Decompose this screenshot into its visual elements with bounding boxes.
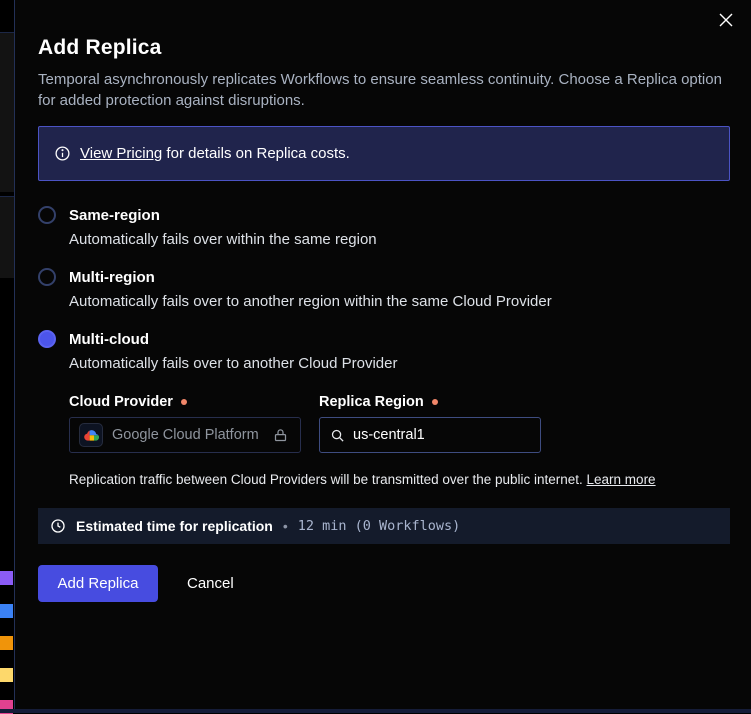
option-description: Automatically fails over within the same… xyxy=(69,231,730,248)
estimate-separator: • xyxy=(283,518,288,534)
option-label: Same-region xyxy=(69,207,160,224)
google-cloud-icon xyxy=(79,423,103,447)
option-label: Multi-cloud xyxy=(69,331,149,348)
learn-more-link[interactable]: Learn more xyxy=(587,472,656,487)
option-description: Automatically fails over to another Clou… xyxy=(69,355,730,372)
bottom-page-line xyxy=(0,709,751,713)
multi-cloud-fields: Cloud Provider xyxy=(69,394,730,453)
lock-icon xyxy=(273,428,288,443)
search-icon xyxy=(330,428,345,443)
cloud-provider-label: Cloud Provider xyxy=(69,394,301,410)
cloud-provider-value: Google Cloud Platform xyxy=(112,427,259,443)
pricing-banner: View Pricing for details on Replica cost… xyxy=(38,126,730,181)
required-dot xyxy=(432,399,438,405)
info-icon xyxy=(54,145,71,162)
modal-title: Add Replica xyxy=(38,36,730,60)
replica-region-label: Replica Region xyxy=(319,394,541,410)
radio-multi-region[interactable] xyxy=(38,268,56,286)
option-multi-region: Multi-region Automatically fails over to… xyxy=(38,268,730,310)
close-icon[interactable] xyxy=(716,10,736,30)
cancel-button[interactable]: Cancel xyxy=(187,575,234,592)
replica-options: Same-region Automatically fails over wit… xyxy=(38,206,730,487)
replica-region-input[interactable] xyxy=(353,427,530,443)
radio-multi-cloud[interactable] xyxy=(38,330,56,348)
estimate-label: Estimated time for replication xyxy=(76,518,273,534)
background-color-block xyxy=(0,571,13,585)
background-color-block xyxy=(0,604,13,618)
background-panel xyxy=(0,32,14,192)
replica-region-field: Replica Region xyxy=(319,394,541,453)
cloud-provider-field: Cloud Provider xyxy=(69,394,301,453)
option-same-region: Same-region Automatically fails over wit… xyxy=(38,206,730,248)
pricing-banner-text: for details on Replica costs. xyxy=(162,145,350,162)
radio-same-region[interactable] xyxy=(38,206,56,224)
public-internet-note: Replication traffic between Cloud Provid… xyxy=(69,472,730,487)
add-replica-button[interactable]: Add Replica xyxy=(38,565,158,602)
required-dot xyxy=(181,399,187,405)
background-page-edge xyxy=(0,0,14,713)
option-description: Automatically fails over to another regi… xyxy=(69,293,730,310)
background-color-block xyxy=(0,668,13,682)
modal-footer: Add Replica Cancel xyxy=(38,565,730,602)
option-multi-cloud: Multi-cloud Automatically fails over to … xyxy=(38,330,730,487)
modal-description: Temporal asynchronously replicates Workf… xyxy=(38,69,730,111)
replica-region-box xyxy=(319,417,541,453)
estimate-value: 12 min (0 Workflows) xyxy=(298,518,461,534)
cloud-provider-select[interactable]: Google Cloud Platform xyxy=(69,417,301,453)
option-label: Multi-region xyxy=(69,269,155,286)
background-panel xyxy=(0,196,14,278)
estimate-banner: Estimated time for replication • 12 min … xyxy=(38,508,730,544)
view-pricing-link[interactable]: View Pricing xyxy=(80,145,162,162)
add-replica-modal: Add Replica Temporal asynchronously repl… xyxy=(14,0,751,713)
clock-icon xyxy=(50,518,66,534)
background-color-block xyxy=(0,636,13,650)
